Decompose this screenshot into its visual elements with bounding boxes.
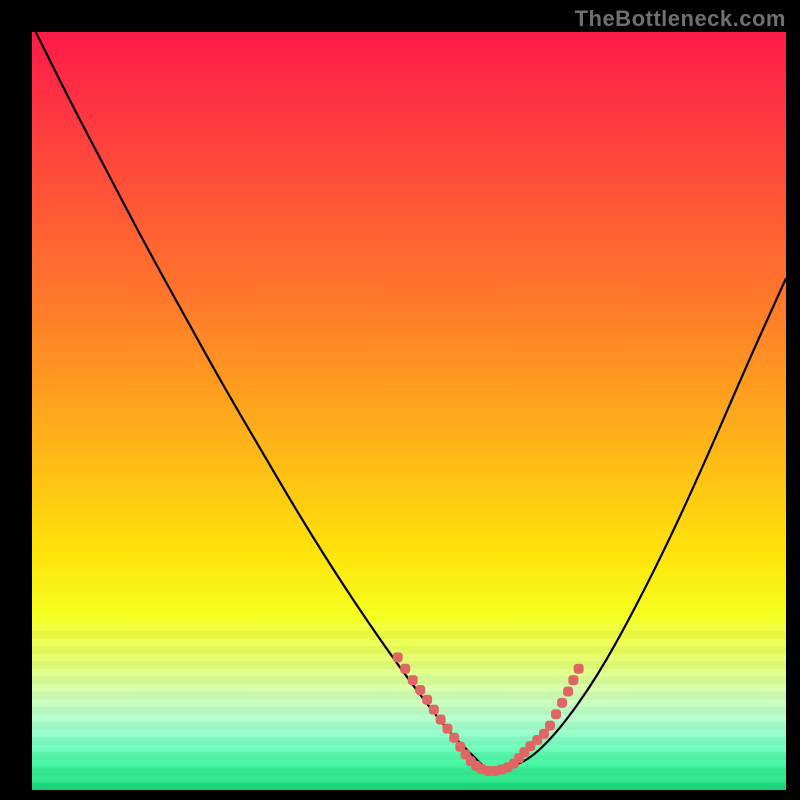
marker-dot <box>551 709 561 719</box>
marker-dot <box>436 715 446 725</box>
chart-canvas <box>0 0 800 800</box>
marker-dot <box>393 652 403 662</box>
marker-dot <box>557 698 567 708</box>
marker-dot <box>415 685 425 695</box>
marker-dot <box>574 664 584 674</box>
marker-dot <box>400 664 410 674</box>
marker-dot <box>422 695 432 705</box>
watermark-text: TheBottleneck.com <box>575 6 786 32</box>
marker-dot <box>442 724 452 734</box>
gradient-bands <box>32 623 786 790</box>
marker-dot <box>563 686 573 696</box>
marker-dot <box>545 721 555 731</box>
marker-dot <box>429 705 439 715</box>
marker-dot <box>449 733 459 743</box>
marker-dot <box>408 675 418 685</box>
marker-dot <box>568 675 578 685</box>
